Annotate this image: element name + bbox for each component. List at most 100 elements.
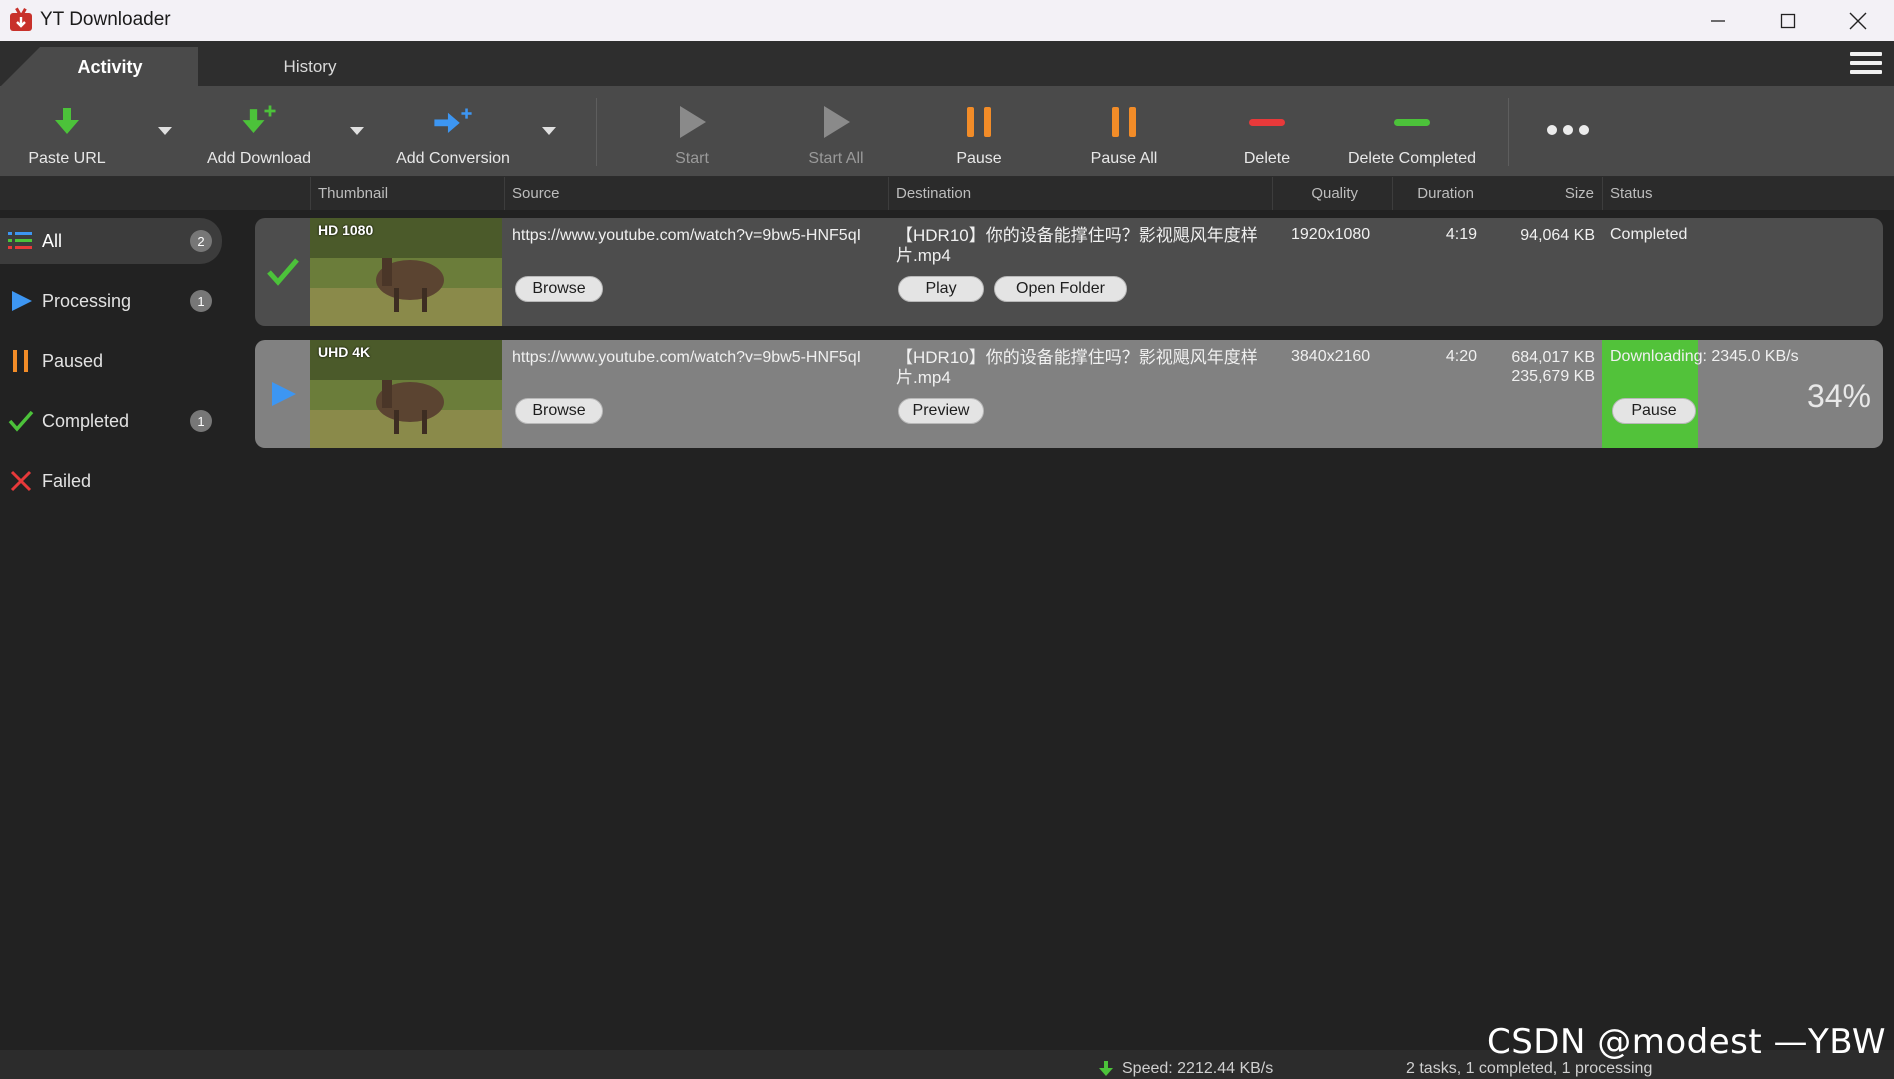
count-badge: 2 [190,230,212,252]
delete-label: Delete [1243,150,1291,167]
status-text: Completed [1610,226,1688,243]
filter-sidebar: All 2 Processing 1 Paused Completed 1 Fa… [0,210,232,1050]
row-pause-button[interactable]: Pause [1612,398,1696,424]
sidebar-item-label: Processing [42,290,132,311]
checkmark-icon [266,258,299,286]
window-title: YT Downloader [40,9,171,30]
column-status[interactable]: Status [1602,177,1862,210]
download-arrow-icon [1099,1061,1113,1076]
menu-icon[interactable] [1850,48,1882,80]
add-download-icon [242,105,276,133]
sidebar-item-failed[interactable]: Failed [0,458,222,504]
add-conversion-button[interactable]: Add Conversion [394,86,512,176]
duration-value: 4:19 [1445,226,1477,243]
source-url: https://www.youtube.com/watch?v=9bw5-HNF… [512,349,862,366]
sidebar-item-all[interactable]: All 2 [0,218,222,264]
sidebar-item-label: Failed [42,470,92,491]
tab-strip: Activity History [0,41,1894,87]
app-icon [10,7,32,31]
count-badge: 1 [190,290,212,312]
list-icon [8,228,34,254]
pause-all-label: Pause All [1090,150,1158,167]
status-text: Downloading: 2345.0 KB/s [1610,348,1799,365]
paste-url-dropdown-icon[interactable] [156,124,174,136]
add-conversion-icon [434,108,472,133]
play-all-icon [824,106,850,138]
sidebar-item-label: Paused [42,350,104,371]
maximize-icon [1780,13,1795,28]
duration-value: 4:20 [1445,348,1477,365]
column-source[interactable]: Source [504,177,888,210]
browse-button[interactable]: Browse [515,398,603,424]
pause-label: Pause [956,150,1002,167]
maximize-button[interactable] [1753,0,1822,41]
destination-file: 【HDR10】你的设备能撑住吗？影视飓风年度样片.mp4 [896,226,1258,265]
pause-icon [8,348,34,374]
table-row[interactable]: HD 1080 https://www.youtube.com/watch?v=… [255,218,1883,326]
watermark: CSDN @modest —YBW [1486,1022,1886,1062]
table-row[interactable]: UHD 4K https://www.youtube.com/watch?v=9… [255,340,1883,448]
size-value: 94,064 KB [1520,227,1595,244]
video-thumbnail[interactable]: UHD 4K [310,340,502,448]
column-destination[interactable]: Destination [888,177,1272,210]
tab-activity[interactable]: Activity [0,47,198,87]
more-options-icon[interactable] [1546,120,1590,140]
delete-completed-label: Delete Completed [1347,150,1477,167]
close-button[interactable] [1823,0,1892,41]
sidebar-item-processing[interactable]: Processing 1 [0,278,222,324]
minimize-button[interactable] [1683,0,1752,41]
column-duration[interactable]: Duration [1392,177,1482,210]
completed-state [255,218,310,326]
delete-completed-icon [1394,119,1430,126]
downloaded-size: 235,679 KB [1511,368,1595,385]
add-download-label: Add Download [206,150,312,167]
delete-icon [1249,119,1285,126]
processing-state [255,340,310,448]
minimize-icon [1710,19,1725,22]
download-arrow-icon [55,108,79,134]
delete-button[interactable]: Delete [1227,86,1307,176]
source-url: https://www.youtube.com/watch?v=9bw5-HNF… [512,227,862,244]
pause-button[interactable]: Pause [939,86,1019,176]
sidebar-item-label: Completed [42,410,130,431]
add-conversion-dropdown-icon[interactable] [540,124,558,136]
play-button[interactable]: Play [898,276,984,302]
play-icon [271,382,296,406]
task-summary: 2 tasks, 1 completed, 1 processing [1406,1060,1653,1077]
column-header: Thumbnail Source Destination Quality Dur… [0,177,1894,210]
paste-url-label: Paste URL [28,150,106,167]
paste-url-button[interactable]: Paste URL [22,86,112,176]
open-folder-button[interactable]: Open Folder [994,276,1127,302]
column-thumbnail[interactable]: Thumbnail [310,177,504,210]
column-size[interactable]: Size [1482,177,1602,210]
video-thumbnail[interactable]: HD 1080 [310,218,502,326]
add-download-dropdown-icon[interactable] [348,124,366,136]
add-conversion-label: Add Conversion [396,150,510,167]
tab-history[interactable]: History [250,47,370,87]
resolution-badge: HD 1080 [318,222,374,238]
pause-all-button[interactable]: Pause All [1078,86,1170,176]
sidebar-item-paused[interactable]: Paused [0,338,222,384]
destination-file: 【HDR10】你的设备能撑住吗？影视飓风年度样片.mp4 [896,348,1258,387]
play-icon [8,288,34,314]
quality-value: 3840x2160 [1291,348,1371,365]
resolution-badge: UHD 4K [318,344,371,360]
count-badge: 1 [190,410,212,432]
checkmark-icon [8,408,34,434]
close-icon [1849,12,1866,29]
preview-button[interactable]: Preview [898,398,984,424]
sidebar-item-completed[interactable]: Completed 1 [0,398,222,444]
toolbar-separator [1508,98,1509,166]
start-button[interactable]: Start [652,86,732,176]
quality-value: 1920x1080 [1291,226,1371,243]
download-speed: Speed: 2212.44 KB/s [1122,1060,1274,1077]
toolbar-separator [596,98,597,166]
start-all-button[interactable]: Start All [790,86,882,176]
total-size: 684,017 KB [1511,349,1595,366]
add-download-button[interactable]: Add Download [206,86,312,176]
start-all-label: Start All [808,150,864,167]
browse-button[interactable]: Browse [515,276,603,302]
title-bar: YT Downloader [0,0,1894,41]
delete-completed-button[interactable]: Delete Completed [1342,86,1482,176]
column-quality[interactable]: Quality [1272,177,1392,210]
